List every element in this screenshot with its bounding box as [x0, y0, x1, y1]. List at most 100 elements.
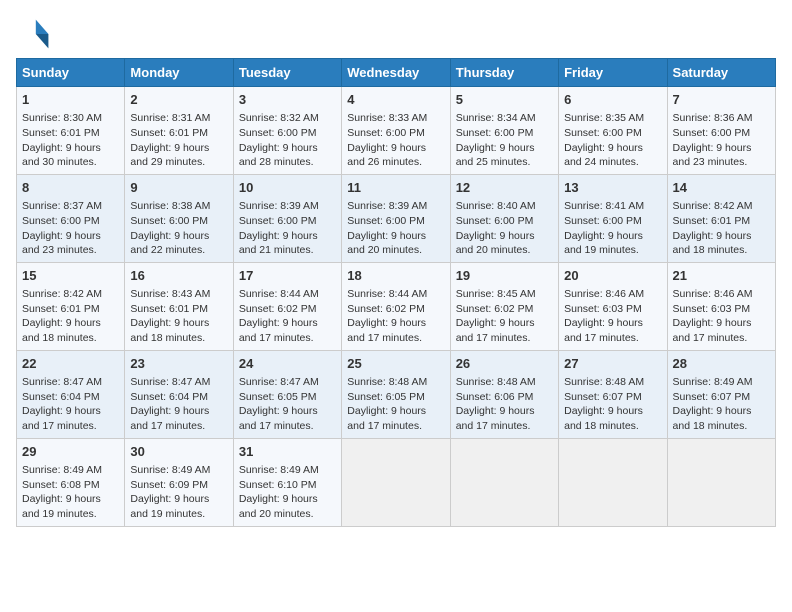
day-number: 15 — [22, 267, 119, 285]
calendar-cell: 7 Sunrise: 8:36 AM Sunset: 6:00 PM Daylig… — [667, 87, 775, 175]
day-number: 9 — [130, 179, 227, 197]
calendar-cell: 4 Sunrise: 8:33 AM Sunset: 6:00 PM Daylig… — [342, 87, 450, 175]
calendar-cell: 16 Sunrise: 8:43 AM Sunset: 6:01 PM Dayli… — [125, 262, 233, 350]
day-number: 28 — [673, 355, 770, 373]
header-sunday: Sunday — [17, 59, 125, 87]
day-info: Sunrise: 8:37 AM Sunset: 6:00 PM Dayligh… — [22, 199, 119, 258]
calendar-cell: 23 Sunrise: 8:47 AM Sunset: 6:04 PM Dayli… — [125, 350, 233, 438]
day-info: Sunrise: 8:46 AM Sunset: 6:03 PM Dayligh… — [673, 287, 770, 346]
calendar-row-0: 1 Sunrise: 8:30 AM Sunset: 6:01 PM Daylig… — [17, 87, 776, 175]
day-info: Sunrise: 8:40 AM Sunset: 6:00 PM Dayligh… — [456, 199, 553, 258]
calendar-cell: 27Sunrise: 8:48 AM Sunset: 6:07 PM Dayli… — [559, 350, 667, 438]
day-info: Sunrise: 8:48 AM Sunset: 6:05 PM Dayligh… — [347, 375, 444, 434]
calendar-cell: 20 Sunrise: 8:46 AM Sunset: 6:03 PM Dayli… — [559, 262, 667, 350]
calendar-cell: 29 Sunrise: 8:49 AM Sunset: 6:08 PM Dayli… — [17, 438, 125, 526]
header-row: SundayMondayTuesdayWednesdayThursdayFrid… — [17, 59, 776, 87]
day-info: Sunrise: 8:33 AM Sunset: 6:00 PM Dayligh… — [347, 111, 444, 170]
day-info: Sunrise: 8:49 AM Sunset: 6:07 PM Dayligh… — [673, 375, 770, 434]
calendar-cell: 15 Sunrise: 8:42 AM Sunset: 6:01 PM Dayli… — [17, 262, 125, 350]
day-number: 22 — [22, 355, 119, 373]
calendar-cell: 9 Sunrise: 8:38 AM Sunset: 6:00 PM Daylig… — [125, 174, 233, 262]
logo-icon — [16, 16, 52, 52]
calendar-row-2: 15 Sunrise: 8:42 AM Sunset: 6:01 PM Dayli… — [17, 262, 776, 350]
day-number: 12 — [456, 179, 553, 197]
calendar-cell: 24 Sunrise: 8:47 AM Sunset: 6:05 PM Dayli… — [233, 350, 341, 438]
calendar-cell: 14 Sunrise: 8:42 AM Sunset: 6:01 PM Dayli… — [667, 174, 775, 262]
calendar-cell: 21Sunrise: 8:46 AM Sunset: 6:03 PM Dayli… — [667, 262, 775, 350]
day-number: 23 — [130, 355, 227, 373]
calendar-cell: 26Sunrise: 8:48 AM Sunset: 6:06 PM Dayli… — [450, 350, 558, 438]
calendar-cell: 31Sunrise: 8:49 AM Sunset: 6:10 PM Dayli… — [233, 438, 341, 526]
header-saturday: Saturday — [667, 59, 775, 87]
day-info: Sunrise: 8:35 AM Sunset: 6:00 PM Dayligh… — [564, 111, 661, 170]
day-number: 30 — [130, 443, 227, 461]
header-monday: Monday — [125, 59, 233, 87]
calendar-cell: 30 Sunrise: 8:49 AM Sunset: 6:09 PM Dayli… — [125, 438, 233, 526]
day-number: 18 — [347, 267, 444, 285]
calendar-row-3: 22 Sunrise: 8:47 AM Sunset: 6:04 PM Dayli… — [17, 350, 776, 438]
calendar-cell: 8 Sunrise: 8:37 AM Sunset: 6:00 PM Daylig… — [17, 174, 125, 262]
day-number: 25 — [347, 355, 444, 373]
calendar-cell: 18 Sunrise: 8:44 AM Sunset: 6:02 PM Dayli… — [342, 262, 450, 350]
calendar-cell: 6 Sunrise: 8:35 AM Sunset: 6:00 PM Daylig… — [559, 87, 667, 175]
day-info: Sunrise: 8:48 AM Sunset: 6:07 PM Dayligh… — [564, 375, 661, 434]
day-number: 17 — [239, 267, 336, 285]
day-info: Sunrise: 8:47 AM Sunset: 6:04 PM Dayligh… — [130, 375, 227, 434]
calendar-cell: 11 Sunrise: 8:39 AM Sunset: 6:00 PM Dayli… — [342, 174, 450, 262]
calendar-cell: 13 Sunrise: 8:41 AM Sunset: 6:00 PM Dayli… — [559, 174, 667, 262]
day-number: 5 — [456, 91, 553, 109]
day-number: 4 — [347, 91, 444, 109]
day-number: 16 — [130, 267, 227, 285]
day-number: 7 — [673, 91, 770, 109]
day-number: 19 — [456, 267, 553, 285]
calendar-body: 1 Sunrise: 8:30 AM Sunset: 6:01 PM Daylig… — [17, 87, 776, 527]
day-info: Sunrise: 8:42 AM Sunset: 6:01 PM Dayligh… — [673, 199, 770, 258]
day-number: 8 — [22, 179, 119, 197]
calendar-row-4: 29 Sunrise: 8:49 AM Sunset: 6:08 PM Dayli… — [17, 438, 776, 526]
page-header — [16, 16, 776, 52]
day-number: 13 — [564, 179, 661, 197]
calendar-header: SundayMondayTuesdayWednesdayThursdayFrid… — [17, 59, 776, 87]
calendar-cell: 12 Sunrise: 8:40 AM Sunset: 6:00 PM Dayli… — [450, 174, 558, 262]
calendar-cell: 2Sunrise: 8:31 AM Sunset: 6:01 PM Daylig… — [125, 87, 233, 175]
day-info: Sunrise: 8:41 AM Sunset: 6:00 PM Dayligh… — [564, 199, 661, 258]
day-info: Sunrise: 8:42 AM Sunset: 6:01 PM Dayligh… — [22, 287, 119, 346]
day-number: 29 — [22, 443, 119, 461]
day-info: Sunrise: 8:31 AM Sunset: 6:01 PM Dayligh… — [130, 111, 227, 170]
day-number: 20 — [564, 267, 661, 285]
day-info: Sunrise: 8:36 AM Sunset: 6:00 PM Dayligh… — [673, 111, 770, 170]
calendar-cell — [450, 438, 558, 526]
day-info: Sunrise: 8:39 AM Sunset: 6:00 PM Dayligh… — [347, 199, 444, 258]
day-number: 11 — [347, 179, 444, 197]
day-number: 1 — [22, 91, 119, 109]
header-friday: Friday — [559, 59, 667, 87]
header-tuesday: Tuesday — [233, 59, 341, 87]
day-info: Sunrise: 8:49 AM Sunset: 6:09 PM Dayligh… — [130, 463, 227, 522]
day-info: Sunrise: 8:30 AM Sunset: 6:01 PM Dayligh… — [22, 111, 119, 170]
day-info: Sunrise: 8:49 AM Sunset: 6:08 PM Dayligh… — [22, 463, 119, 522]
day-number: 6 — [564, 91, 661, 109]
day-info: Sunrise: 8:34 AM Sunset: 6:00 PM Dayligh… — [456, 111, 553, 170]
calendar-cell: 19 Sunrise: 8:45 AM Sunset: 6:02 PM Dayli… — [450, 262, 558, 350]
calendar-table: SundayMondayTuesdayWednesdayThursdayFrid… — [16, 58, 776, 527]
calendar-cell: 1 Sunrise: 8:30 AM Sunset: 6:01 PM Daylig… — [17, 87, 125, 175]
day-info: Sunrise: 8:38 AM Sunset: 6:00 PM Dayligh… — [130, 199, 227, 258]
calendar-cell: 17 Sunrise: 8:44 AM Sunset: 6:02 PM Dayli… — [233, 262, 341, 350]
header-thursday: Thursday — [450, 59, 558, 87]
day-info: Sunrise: 8:44 AM Sunset: 6:02 PM Dayligh… — [239, 287, 336, 346]
day-number: 31 — [239, 443, 336, 461]
header-wednesday: Wednesday — [342, 59, 450, 87]
day-number: 3 — [239, 91, 336, 109]
day-info: Sunrise: 8:47 AM Sunset: 6:04 PM Dayligh… — [22, 375, 119, 434]
day-number: 14 — [673, 179, 770, 197]
day-info: Sunrise: 8:44 AM Sunset: 6:02 PM Dayligh… — [347, 287, 444, 346]
day-info: Sunrise: 8:43 AM Sunset: 6:01 PM Dayligh… — [130, 287, 227, 346]
day-number: 24 — [239, 355, 336, 373]
calendar-cell: 5 Sunrise: 8:34 AM Sunset: 6:00 PM Daylig… — [450, 87, 558, 175]
calendar-cell — [559, 438, 667, 526]
day-info: Sunrise: 8:47 AM Sunset: 6:05 PM Dayligh… — [239, 375, 336, 434]
calendar-cell — [342, 438, 450, 526]
day-info: Sunrise: 8:46 AM Sunset: 6:03 PM Dayligh… — [564, 287, 661, 346]
day-info: Sunrise: 8:45 AM Sunset: 6:02 PM Dayligh… — [456, 287, 553, 346]
calendar-cell: 25 Sunrise: 8:48 AM Sunset: 6:05 PM Dayli… — [342, 350, 450, 438]
